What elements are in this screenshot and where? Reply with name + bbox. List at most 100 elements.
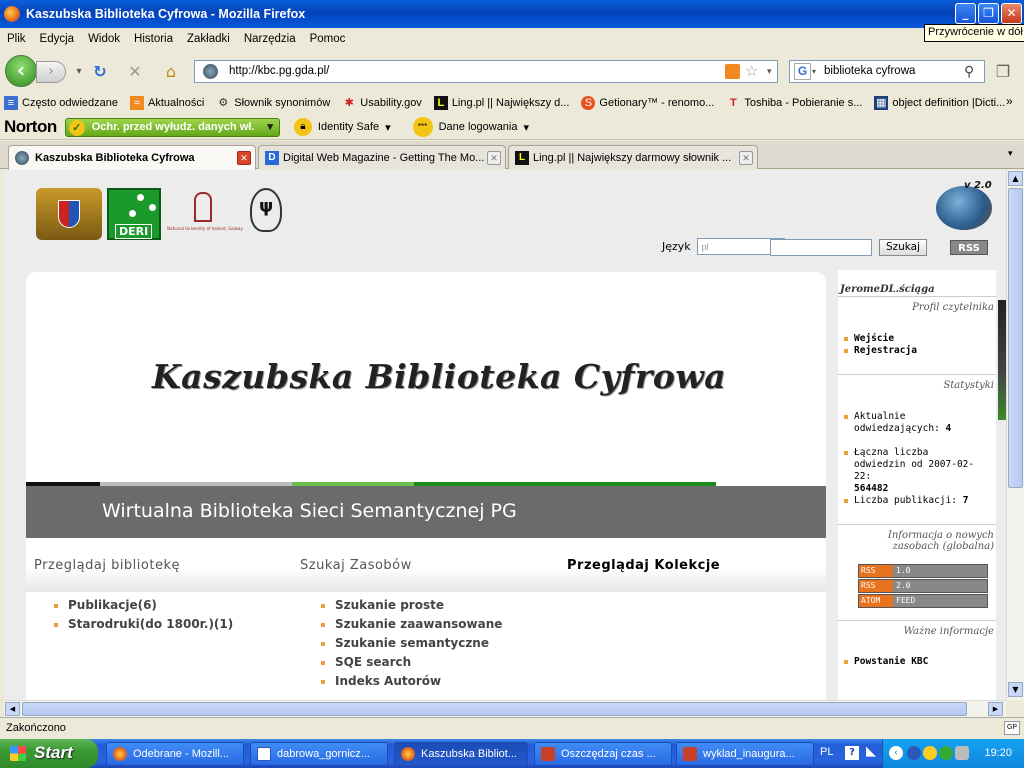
task-odebrane[interactable]: Odebrane - Mozill... xyxy=(106,742,244,766)
scroll-thumb[interactable] xyxy=(1008,188,1023,488)
bookmark-item[interactable]: ▦ object definition |Dicti... xyxy=(870,96,1005,110)
stop-icon[interactable]: ✕ xyxy=(124,61,146,83)
tab-close-icon[interactable]: ✕ xyxy=(237,151,251,165)
rss-1-feed[interactable]: RSS 1.0 xyxy=(858,564,988,578)
minimize-button[interactable]: _ xyxy=(955,3,976,24)
bookmark-star-icon[interactable]: ☆ xyxy=(745,61,758,82)
list-item-sqe-search[interactable]: SQE search xyxy=(317,655,502,671)
news-item[interactable]: Powstanie KBC xyxy=(842,656,928,668)
collapse-icon[interactable]: ◣ xyxy=(866,744,876,759)
horizontal-scrollbar[interactable]: ◀ ▶ xyxy=(4,700,1006,717)
tray-expand-icon[interactable]: ‹ xyxy=(889,746,903,760)
bookmark-item[interactable]: ≈ Aktualności xyxy=(126,96,204,110)
heading-browse-collections[interactable]: Przeglądaj Kolekcje xyxy=(567,558,720,573)
menu-pomoc[interactable]: Pomoc xyxy=(303,33,353,45)
bookmark-item[interactable]: ⚙ Słownik synonimów xyxy=(212,96,330,110)
site-search-button[interactable]: Szukaj xyxy=(879,239,927,256)
forward-button[interactable]: › xyxy=(36,61,66,83)
dot-icon xyxy=(149,204,156,211)
atom-feed[interactable]: ATOM FEED xyxy=(858,594,988,608)
home-icon[interactable]: ⌂ xyxy=(160,61,182,83)
google-icon[interactable]: G xyxy=(794,63,811,80)
rss-feed-icon[interactable] xyxy=(725,64,740,79)
list-item-simple-search[interactable]: Szukanie proste xyxy=(317,598,502,614)
list-item-author-index[interactable]: Indeks Autorów xyxy=(317,674,502,690)
bookmark-item[interactable]: T Toshiba - Pobieranie s... xyxy=(722,96,862,110)
bookmark-item[interactable]: L Ling.pl || Największy d... xyxy=(430,96,570,110)
list-item-advanced-search[interactable]: Szukanie zaawansowane xyxy=(317,617,502,633)
task-wyklad[interactable]: wyklad_inaugura... xyxy=(676,742,814,766)
scroll-right-icon[interactable]: ▶ xyxy=(988,702,1003,716)
norton-tray-icon[interactable] xyxy=(923,746,937,760)
reload-icon[interactable]: ↻ xyxy=(89,61,111,83)
tab-kaszubska[interactable]: Kaszubska Biblioteka Cyfrowa ✕ xyxy=(8,145,256,170)
login-link[interactable]: Wejście xyxy=(842,333,894,345)
volume-icon[interactable] xyxy=(955,746,969,760)
engine-dropdown-icon[interactable]: ▾ xyxy=(812,61,816,82)
rss-2-feed[interactable]: RSS 2.0 xyxy=(858,579,988,593)
search-icon[interactable]: ⚲ xyxy=(964,61,974,82)
menu-zakladki[interactable]: Zakładki xyxy=(180,33,237,45)
total-visits-value: 564482 xyxy=(854,483,889,494)
tab-list-icon[interactable]: ▾ xyxy=(1008,149,1013,159)
task-kaszubska[interactable]: Kaszubska Bibliot... xyxy=(394,742,528,766)
search-input[interactable]: G ▾ biblioteka cyfrowa ⚲ xyxy=(789,60,985,83)
sidebar-toggle-icon[interactable]: ❐ xyxy=(992,61,1014,83)
jeromedl-globe-logo[interactable]: v 2.0 xyxy=(934,180,994,230)
task-dabrowa[interactable]: dabrowa_gornicz... xyxy=(250,742,388,766)
scroll-left-icon[interactable]: ◀ xyxy=(5,702,20,716)
bookmark-item[interactable]: S Getionary™ - renomo... xyxy=(577,96,714,110)
identity-safe-button[interactable]: 🔒︎ Identity Safe ▾ xyxy=(293,118,391,136)
profile-heading: Profil czytelnika xyxy=(912,302,994,313)
menu-edycja[interactable]: Edycja xyxy=(33,33,82,45)
bookmark-label: Ling.pl || Największy d... xyxy=(451,97,570,109)
menu-historia[interactable]: Historia xyxy=(127,33,180,45)
side-tab-strip[interactable] xyxy=(998,300,1006,420)
gp-status-icon[interactable]: GP xyxy=(1004,721,1020,735)
security-icon[interactable] xyxy=(939,746,953,760)
restore-button[interactable]: ❐ xyxy=(978,3,999,24)
url-dropdown-icon[interactable]: ▾ xyxy=(767,61,772,82)
help-icon[interactable]: ? xyxy=(845,746,859,760)
tab-close-icon[interactable]: ✕ xyxy=(487,151,501,165)
task-oszczedzaj[interactable]: Oszczędzaj czas ... xyxy=(534,742,672,766)
back-button[interactable]: ‹ xyxy=(5,55,37,87)
history-dropdown-icon[interactable]: ▾ xyxy=(68,61,90,83)
login-data-button[interactable]: *** Dane logowania ▾ xyxy=(412,117,529,137)
column-headings: Przeglądaj bibliotekę Szukaj Zasobów Prz… xyxy=(26,538,826,592)
heading-browse-library[interactable]: Przeglądaj bibliotekę xyxy=(34,558,180,573)
menu-widok[interactable]: Widok xyxy=(81,33,127,45)
register-link[interactable]: Rejestracja xyxy=(842,345,917,357)
bookmark-item[interactable]: ✱ Usability.gov xyxy=(338,96,422,110)
bookmarks-overflow-icon[interactable]: » xyxy=(1006,94,1013,108)
tab-digital-web[interactable]: D Digital Web Magazine - Getting The Mo.… xyxy=(258,145,506,169)
bookmark-label: Toshiba - Pobieranie s... xyxy=(744,97,863,109)
nui-galway-logo[interactable]: National University of Ireland, Galway xyxy=(164,188,246,242)
vertical-scrollbar[interactable]: ▲ ▼ xyxy=(1006,170,1024,700)
list-item-publications[interactable]: Publikacje(6) xyxy=(50,598,233,614)
scroll-down-icon[interactable]: ▼ xyxy=(1008,682,1023,697)
list-item-semantic-search[interactable]: Szukanie semantyczne xyxy=(317,636,502,652)
tab-close-icon[interactable]: ✕ xyxy=(739,151,753,165)
url-input[interactable]: http://kbc.pg.gda.pl/ ☆ ▾ xyxy=(194,60,778,83)
network-icon[interactable] xyxy=(907,746,921,760)
close-button[interactable]: ✕ xyxy=(1001,3,1022,24)
coat-of-arms-logo[interactable] xyxy=(36,188,102,240)
start-button[interactable]: Start xyxy=(0,739,98,768)
tab-ling[interactable]: L Ling.pl || Największy darmowy słownik … xyxy=(508,145,758,169)
phishing-protection-label: Ochr. przed wyłudz. danych wł. xyxy=(91,120,255,133)
menu-plik[interactable]: Plik xyxy=(0,33,33,45)
site-search-input[interactable] xyxy=(770,239,872,256)
pg-logo[interactable]: ψ xyxy=(250,188,282,232)
deri-logo[interactable]: DERI xyxy=(107,188,161,240)
bookmark-item[interactable]: ≡ Często odwiedzane xyxy=(0,96,118,110)
heading-search-resources[interactable]: Szukaj Zasobów xyxy=(300,558,412,573)
sidebar-title: JeromeDL.ściąga xyxy=(840,284,935,295)
rss-button[interactable]: RSS xyxy=(950,240,988,255)
scroll-up-icon[interactable]: ▲ xyxy=(1008,171,1023,186)
language-indicator[interactable]: PL xyxy=(820,746,833,758)
phishing-protection-button[interactable]: ✓ Ochr. przed wyłudz. danych wł. ▾ xyxy=(64,117,280,137)
list-item-old-prints[interactable]: Starodruki(do 1800r.)(1) xyxy=(50,617,233,633)
hscroll-thumb[interactable] xyxy=(22,702,967,716)
menu-narzedzia[interactable]: Narzędzia xyxy=(237,33,303,45)
